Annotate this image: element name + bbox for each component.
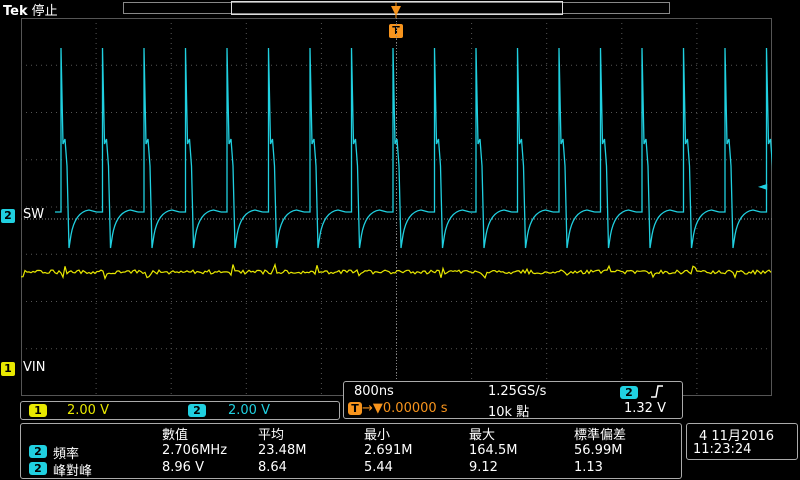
trigger-position-icon: [390, 2, 402, 18]
meas-row1-min: 2.691M: [364, 443, 412, 458]
trigger-source-badge[interactable]: 2: [620, 386, 638, 399]
trigger-level: 1.32 V: [624, 401, 666, 416]
horizontal-scale: 800ns: [354, 384, 394, 399]
ch2-name-label: SW: [23, 207, 44, 222]
ch1-ground-marker[interactable]: 1: [1, 362, 15, 376]
trigger-delay: →▼0.00000 s: [362, 401, 448, 416]
meas-row1-stddev: 56.99M: [574, 443, 622, 458]
time-label: 11:23:24: [693, 442, 751, 457]
meas-row2-stddev: 1.13: [574, 460, 603, 475]
meas-header-min: 最小: [364, 424, 390, 443]
meas-row1-mean: 23.48M: [258, 443, 306, 458]
measurement-panel[interactable]: 數值 平均 最小 最大 標準偏差 2 頻率 2.706MHz 23.48M 2.…: [20, 423, 682, 479]
rising-edge-icon: [649, 384, 665, 399]
top-bar: Tek 停止: [0, 0, 800, 18]
meas-row2-value: 8.96 V: [162, 460, 204, 475]
acquisition-status: 停止: [32, 4, 58, 19]
ch1-name-label: VIN: [23, 360, 45, 375]
waveform-display[interactable]: [21, 18, 772, 396]
channel-scale-panel[interactable]: 1 2.00 V 2 2.00 V: [20, 401, 340, 420]
ch1-badge[interactable]: 1: [29, 404, 47, 417]
brand-status: Tek 停止: [3, 0, 58, 19]
meas-header-mean: 平均: [258, 424, 284, 443]
meas-row1-max: 164.5M: [469, 443, 517, 458]
meas-row2-mean: 8.64: [258, 460, 287, 475]
meas-row2-min: 5.44: [364, 460, 393, 475]
meas-row2-channel[interactable]: 2: [29, 462, 47, 475]
meas-row2-max: 9.12: [469, 460, 498, 475]
meas-header-stddev: 標準偏差: [574, 424, 626, 443]
datetime-panel: 4 11月2016 11:23:24: [686, 423, 798, 460]
brand-logo: Tek: [3, 4, 28, 19]
meas-header-value: 數值: [162, 424, 188, 443]
ch2-trace: [55, 48, 772, 248]
trigger-level-arrow-icon: ◄: [758, 179, 767, 193]
ch2-badge[interactable]: 2: [188, 404, 206, 417]
trigger-position: T →▼0.00000 s: [348, 401, 448, 416]
timebase-trigger-panel[interactable]: 800ns 1.25GS/s 2 T →▼0.00000 s 10k 點 1.32…: [343, 381, 683, 419]
meas-header-max: 最大: [469, 424, 495, 443]
meas-row1-channel[interactable]: 2: [29, 445, 47, 458]
meas-row2-label: 峰對峰: [53, 460, 92, 479]
ch2-scale: 2.00 V: [228, 403, 270, 418]
trigger-badge: T: [348, 402, 362, 415]
sample-rate: 1.25GS/s: [488, 384, 546, 399]
ch2-ground-marker[interactable]: 2: [1, 209, 15, 223]
record-length: 10k 點: [488, 401, 529, 420]
graticule: [21, 18, 772, 396]
ch1-scale: 2.00 V: [67, 403, 109, 418]
meas-row1-value: 2.706MHz: [162, 443, 227, 458]
